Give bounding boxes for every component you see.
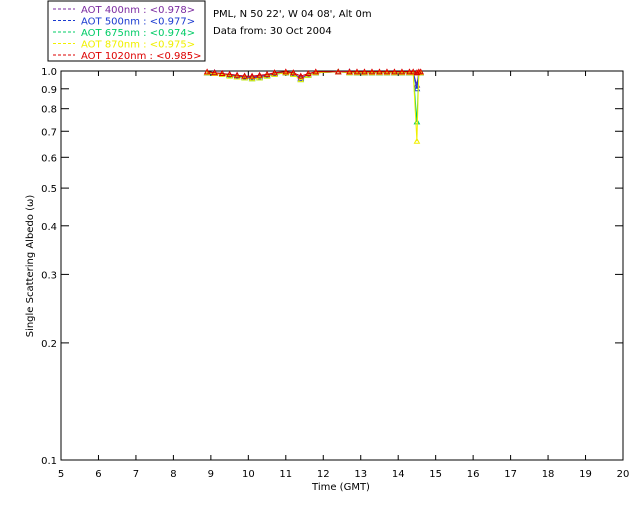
y-tick-label: 0.3 bbox=[41, 270, 57, 281]
legend-entry: AOT 870nm : <0.975> bbox=[81, 40, 195, 51]
x-tick-label: 7 bbox=[133, 469, 139, 480]
site-info: PML, N 50 22', W 04 08', Alt 0m bbox=[213, 9, 372, 20]
legend-entry: AOT 500nm : <0.977> bbox=[81, 17, 195, 28]
y-tick-label: 0.2 bbox=[41, 339, 57, 350]
y-tick-label: 0.7 bbox=[41, 127, 57, 138]
y-tick-label: 0.6 bbox=[41, 153, 57, 164]
series-path bbox=[207, 71, 421, 142]
legend-entry: AOT 675nm : <0.974> bbox=[81, 28, 195, 39]
plot-frame bbox=[60, 70, 624, 461]
x-tick-label: 5 bbox=[58, 469, 64, 480]
x-tick-label: 12 bbox=[317, 469, 330, 480]
y-tick-label: 0.9 bbox=[41, 85, 57, 96]
x-tick-label: 6 bbox=[95, 469, 101, 480]
x-axis: 5 6 7 8 9 10 11 12 13 14 15 16 17 18 19 20 bbox=[58, 71, 630, 480]
y-tick-label: 0.4 bbox=[41, 222, 57, 233]
x-tick-label: 20 bbox=[617, 469, 630, 480]
x-axis-label: Time (GMT) bbox=[311, 482, 370, 493]
x-tick-label: 11 bbox=[279, 469, 292, 480]
x-tick-label: 17 bbox=[504, 469, 517, 480]
legend-entry: AOT 400nm : <0.978> bbox=[81, 5, 195, 16]
x-tick-label: 13 bbox=[354, 469, 367, 480]
x-tick-label: 18 bbox=[542, 469, 555, 480]
y-axis-label: Single Scattering Albedo (ω) bbox=[25, 195, 36, 338]
y-tick-label: 1.0 bbox=[41, 67, 57, 78]
y-axis: 0.1 0.2 0.3 0.4 0.5 0.6 0.7 0.8 0.9 1.0 bbox=[41, 67, 623, 467]
y-tick-label: 0.8 bbox=[41, 105, 57, 116]
y-tick-label: 0.5 bbox=[41, 184, 57, 195]
series-line bbox=[203, 68, 425, 144]
x-tick-label: 19 bbox=[579, 469, 592, 480]
date-info: Data from: 30 Oct 2004 bbox=[213, 26, 332, 37]
x-tick-label: 16 bbox=[467, 469, 480, 480]
albedo-chart: AOT 400nm : <0.978>AOT 500nm : <0.977>AO… bbox=[25, 0, 630, 493]
x-tick-label: 14 bbox=[392, 469, 405, 480]
y-tick-label: 0.1 bbox=[41, 456, 57, 467]
x-tick-label: 10 bbox=[242, 469, 255, 480]
legend-entry: AOT 1020nm : <0.985> bbox=[81, 51, 201, 62]
x-tick-label: 9 bbox=[208, 469, 214, 480]
x-tick-label: 15 bbox=[429, 469, 442, 480]
series-group bbox=[203, 68, 425, 144]
x-tick-label: 8 bbox=[170, 469, 176, 480]
